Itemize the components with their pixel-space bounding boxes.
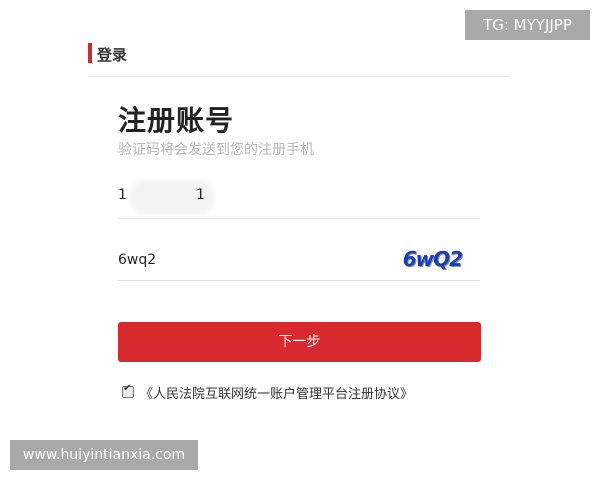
- phone-prefix: 1: [118, 187, 127, 203]
- tg-badge: TG: MYYJJPP: [465, 10, 590, 40]
- captcha-image[interactable]: 6wQ2: [403, 247, 463, 275]
- agreement-link[interactable]: 《人民法院互联网统一账户管理平台注册协议》: [140, 383, 413, 402]
- site-watermark: www.huiyintianxia.com: [10, 440, 198, 470]
- section-title: 登录: [97, 46, 128, 64]
- captcha-input[interactable]: [118, 250, 358, 270]
- next-step-button[interactable]: 下一步: [118, 322, 481, 362]
- page-subtitle: 验证码将会发送到您的注册手机: [118, 142, 314, 158]
- page-title: 注册账号: [118, 104, 235, 137]
- captcha-field: 6wQ2: [118, 242, 480, 281]
- agreement-checkbox[interactable]: [122, 383, 134, 398]
- header-accent-bar: [88, 43, 92, 63]
- phone-suffix: 1: [196, 187, 205, 203]
- phone-field[interactable]: 1 1: [118, 178, 480, 219]
- header-divider: [88, 76, 510, 77]
